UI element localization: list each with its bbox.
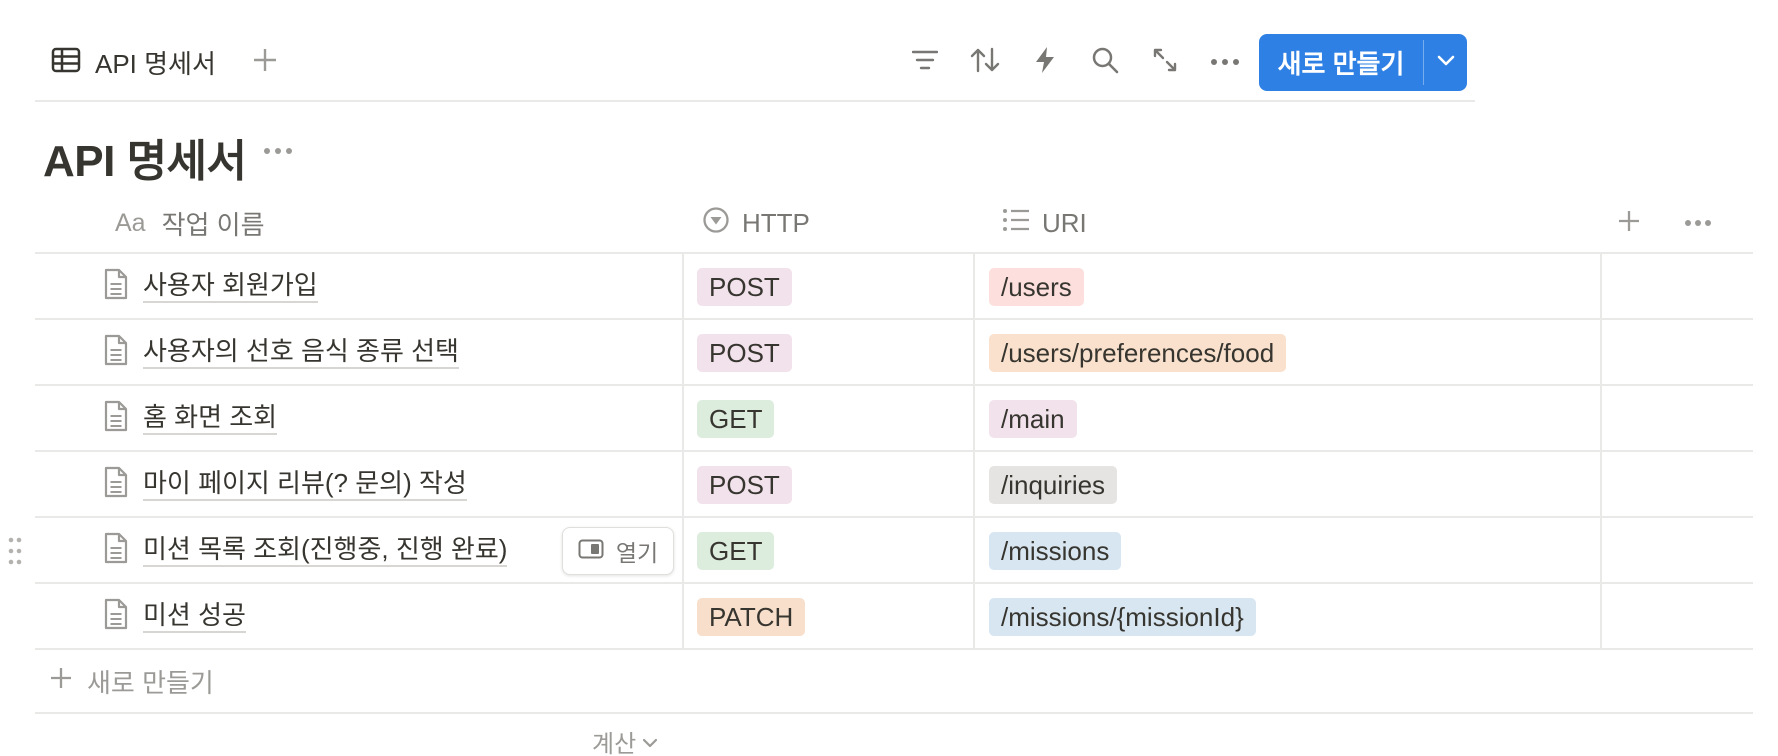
row-title[interactable]: 미션 목록 조회(진행중, 진행 완료) (143, 533, 508, 567)
uri-tag[interactable]: /main (989, 400, 1077, 438)
uri-tag[interactable]: /missions (989, 532, 1122, 570)
column-header-uri[interactable]: URI (1002, 192, 1087, 254)
http-method-tag[interactable]: POST (697, 466, 792, 504)
table-row[interactable]: 홈 화면 조회 GET/main (35, 386, 1753, 452)
row-title[interactable]: 미션 성공 (143, 599, 246, 633)
filter-icon (911, 49, 939, 76)
http-method-tag[interactable]: GET (697, 400, 775, 438)
column-more-button[interactable] (1673, 203, 1723, 243)
view-tools (895, 42, 1255, 82)
add-row-label: 새로 만들기 (87, 667, 214, 698)
list-icon (1002, 208, 1030, 239)
side-peek-icon (578, 538, 604, 565)
column-header-label: HTTP (742, 207, 810, 238)
http-method-tag[interactable]: GET (697, 532, 775, 570)
title-more-button[interactable] (258, 136, 298, 166)
table-row[interactable]: 열기 미션 목록 조회(진행중, 진행 완료) GET/missions (8, 518, 1753, 584)
automation-button[interactable] (1015, 42, 1075, 82)
automation-bolt-icon (1034, 46, 1056, 79)
uri-tag[interactable]: /missions/{missionId} (989, 598, 1256, 636)
more-icon (263, 142, 293, 160)
page-title[interactable]: API 명세서 (43, 125, 247, 189)
table-row[interactable]: 사용자 회원가입 POST/users (35, 254, 1753, 320)
calculate-button[interactable]: 계산 (592, 726, 658, 756)
search-button[interactable] (1075, 42, 1135, 82)
more-icon (1684, 214, 1712, 232)
row-title[interactable]: 홈 화면 조회 (143, 401, 278, 435)
column-header-label: URI (1042, 207, 1087, 238)
page-document-icon (103, 466, 129, 503)
new-button[interactable]: 새로 만들기 (1259, 34, 1423, 91)
http-method-tag[interactable]: POST (697, 334, 792, 372)
page-document-icon (103, 400, 129, 437)
column-header-name[interactable]: Aa 작업 이름 (115, 192, 265, 254)
row-title[interactable]: 사용자의 선호 음식 종류 선택 (143, 335, 459, 369)
drag-handle-icon[interactable] (5, 532, 25, 570)
filter-button[interactable] (895, 42, 955, 82)
sort-button[interactable] (955, 42, 1015, 82)
view-tab-label: API 명세서 (95, 48, 216, 79)
uri-tag[interactable]: /users/preferences/food (989, 334, 1287, 372)
select-icon (702, 206, 730, 241)
open-page-button[interactable]: 열기 (562, 527, 674, 575)
table-icon (51, 47, 81, 78)
more-options-button[interactable] (1195, 42, 1255, 82)
view-bar: API 명세서 새로 만들기 (35, 30, 1475, 102)
view-tab-table[interactable]: API 명세서 (51, 42, 216, 82)
add-view-button[interactable] (245, 42, 285, 82)
search-icon (1091, 46, 1119, 79)
http-method-tag[interactable]: PATCH (697, 598, 806, 636)
add-property-button[interactable] (1609, 203, 1649, 243)
row-title-cell[interactable]: 사용자 회원가입 (103, 254, 318, 318)
add-row-button[interactable]: 새로 만들기 (35, 650, 1753, 714)
page-document-icon (103, 532, 129, 569)
page-document-icon (103, 598, 129, 635)
uri-tag[interactable]: /inquiries (989, 466, 1118, 504)
row-title-cell[interactable]: 마이 페이지 리뷰(? 문의) 작성 (103, 452, 467, 516)
row-title-cell[interactable]: 미션 성공 (103, 584, 246, 648)
row-title-cell[interactable]: 홈 화면 조회 (103, 386, 278, 450)
table-row[interactable]: 미션 성공 PATCH/missions/{missionId} (35, 584, 1753, 650)
plus-icon (252, 47, 278, 78)
expand-button[interactable] (1135, 42, 1195, 82)
table-header: Aa 작업 이름 HTTP URI (35, 192, 1753, 254)
table-body: 사용자 회원가입 POST/users 사용자의 선호 음식 종류 선택 POST/u… (8, 254, 1753, 650)
database-table: Aa 작업 이름 HTTP URI 사용자 회원가입 POST/users 사용자 (8, 192, 1753, 714)
column-header-label: 작업 이름 (161, 209, 265, 240)
calculate-label: 계산 (592, 730, 637, 756)
row-title-cell[interactable]: 미션 목록 조회(진행중, 진행 완료) (103, 518, 508, 582)
row-title[interactable]: 마이 페이지 리뷰(? 문의) 작성 (143, 467, 467, 501)
plus-icon (1617, 209, 1641, 238)
column-header-http[interactable]: HTTP (702, 192, 810, 254)
expand-icon (1152, 47, 1178, 78)
table-row[interactable]: 사용자의 선호 음식 종류 선택 POST/users/preferences/f… (35, 320, 1753, 386)
new-button-group: 새로 만들기 (1259, 34, 1467, 91)
more-icon (1210, 53, 1240, 71)
row-title[interactable]: 사용자 회원가입 (143, 269, 318, 303)
chevron-down-icon (642, 727, 658, 755)
row-title-cell[interactable]: 사용자의 선호 음식 종류 선택 (103, 320, 459, 384)
new-button-dropdown[interactable] (1424, 34, 1467, 91)
plus-icon (49, 666, 73, 697)
uri-tag[interactable]: /users (989, 268, 1084, 306)
page-document-icon (103, 268, 129, 305)
text-type-icon: Aa (115, 208, 146, 237)
open-page-label: 열기 (615, 540, 659, 566)
page-document-icon (103, 334, 129, 371)
chevron-down-icon (1437, 54, 1455, 72)
http-method-tag[interactable]: POST (697, 268, 792, 306)
table-row[interactable]: 마이 페이지 리뷰(? 문의) 작성 POST/inquiries (35, 452, 1753, 518)
sort-icon (970, 47, 1000, 78)
